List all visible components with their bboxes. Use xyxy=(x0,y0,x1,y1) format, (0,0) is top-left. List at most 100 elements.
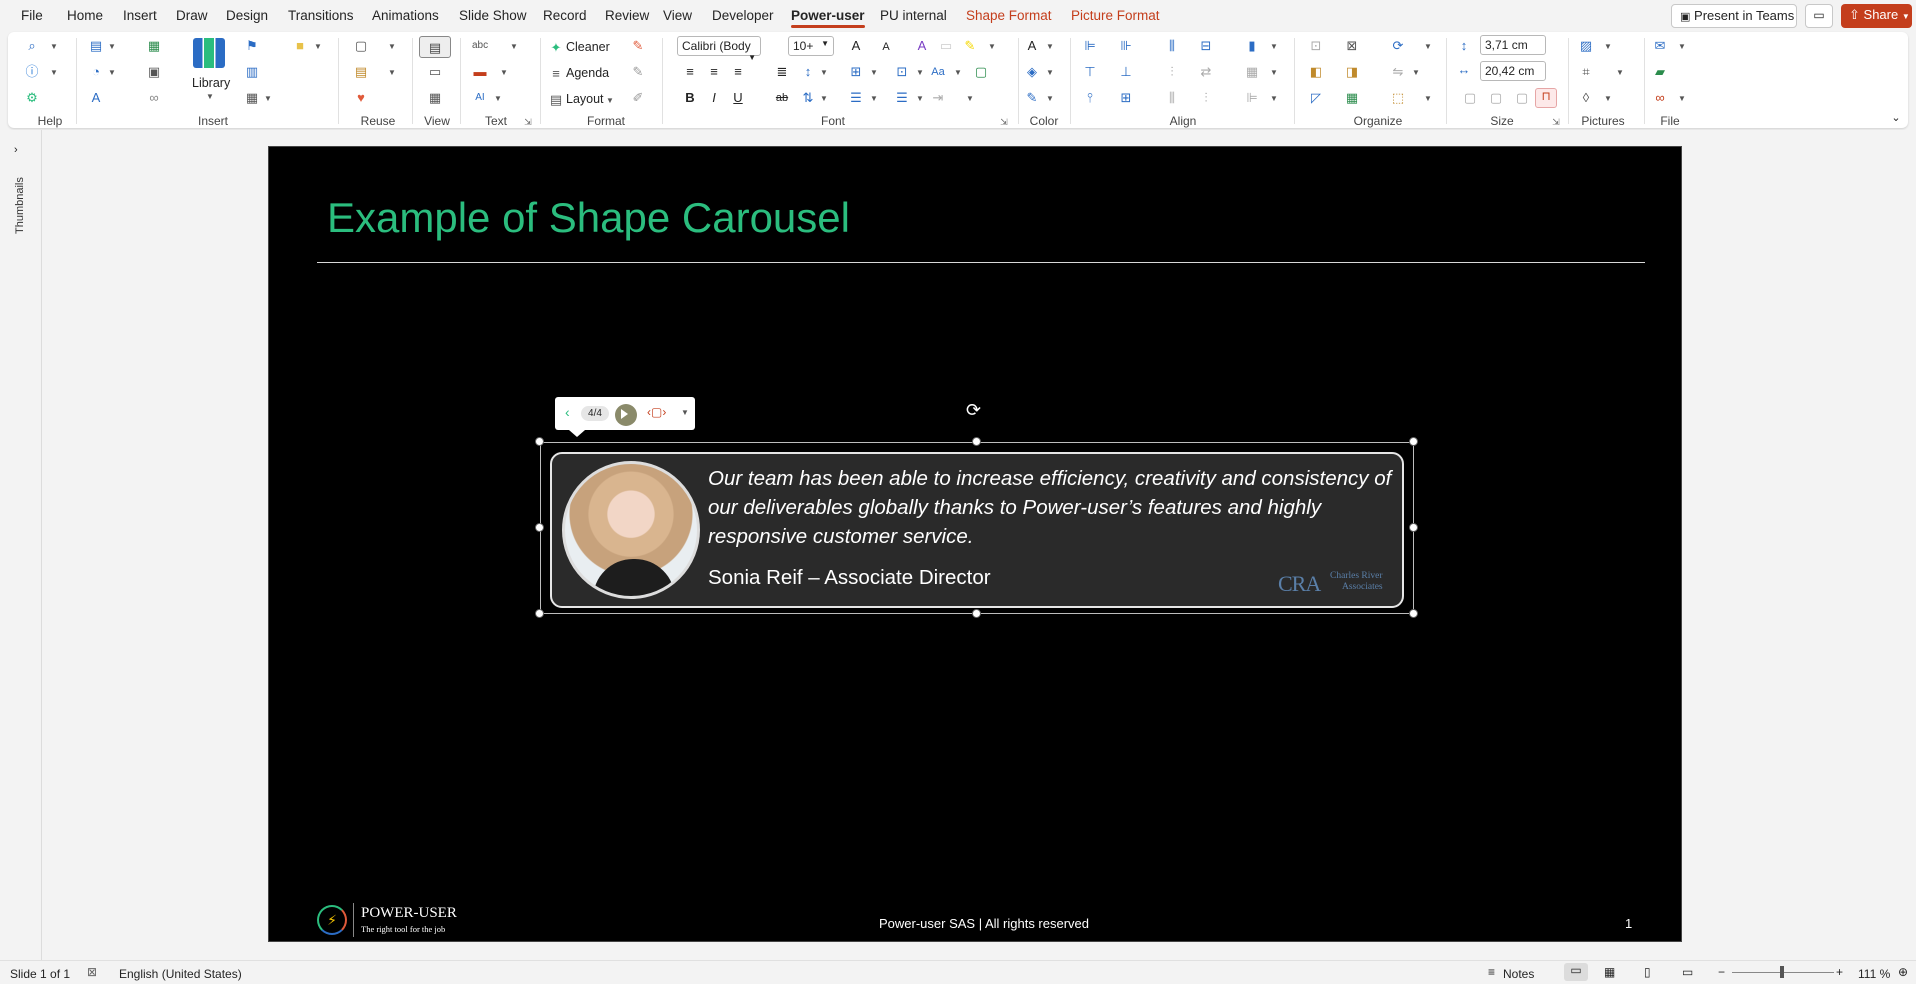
increase-font-icon[interactable]: A xyxy=(848,38,864,54)
search-icon[interactable]: ⌕ xyxy=(24,38,40,54)
shape-width-input[interactable]: 20,42 cm xyxy=(1480,61,1546,81)
tab-insert[interactable]: Insert xyxy=(123,8,157,23)
reading-view-icon[interactable]: ▯ xyxy=(1644,965,1651,979)
align-center-objects-icon[interactable]: ⊟ xyxy=(1198,38,1214,54)
resize-handle-s[interactable] xyxy=(972,609,981,618)
text-highlight-box-icon[interactable]: ▭ xyxy=(938,38,954,54)
zoom-in-button[interactable]: + xyxy=(1836,965,1843,979)
eraser-icon[interactable]: ◊ xyxy=(1578,90,1594,106)
chevron-down-icon[interactable]: ▼ xyxy=(1046,94,1054,103)
chevron-down-icon[interactable]: ▼ xyxy=(954,68,962,77)
present-in-teams-button[interactable]: ▣ Present in Teams xyxy=(1671,4,1797,28)
tab-developer[interactable]: Developer xyxy=(712,8,774,23)
chevron-down-icon[interactable]: ▼ xyxy=(1270,42,1278,51)
align-middle-icon[interactable]: ⫯ xyxy=(1082,90,1098,106)
mail-icon[interactable]: ✉ xyxy=(1652,38,1668,54)
send-backward-icon[interactable]: ◨ xyxy=(1344,64,1360,80)
size-height-icon[interactable]: ▢ xyxy=(1514,90,1530,106)
chevron-down-icon[interactable]: ▼ xyxy=(1046,42,1054,51)
slide-sorter-icon[interactable]: ▦ xyxy=(1604,965,1615,979)
tab-record[interactable]: Record xyxy=(543,8,587,23)
chevron-down-icon[interactable]: ▼ xyxy=(681,408,689,417)
shape-library-icon[interactable]: ▤ xyxy=(88,38,104,54)
tab-review[interactable]: Review xyxy=(605,8,649,23)
slide-title[interactable]: Example of Shape Carousel xyxy=(327,194,850,242)
chevron-down-icon[interactable]: ▼ xyxy=(500,68,508,77)
testimonial-card[interactable]: Our team has been able to increase effic… xyxy=(550,452,1404,608)
layout-button[interactable]: Layout xyxy=(566,92,604,106)
chevron-down-icon[interactable]: ▼ xyxy=(870,94,878,103)
previous-shape-button[interactable]: ‹ xyxy=(565,404,570,420)
gear-icon[interactable]: ⚙ xyxy=(24,90,40,106)
tab-power-user[interactable]: Power-user xyxy=(791,8,865,28)
resize-handle-se[interactable] xyxy=(1409,609,1418,618)
space-v-icon[interactable]: ⫶ xyxy=(1198,90,1214,106)
line-spacing-icon[interactable]: ↕ xyxy=(800,64,816,80)
sort-icon[interactable]: ⇅ xyxy=(800,90,816,106)
swap-icon[interactable]: ⇄ xyxy=(1198,64,1214,80)
tab-slide-show[interactable]: Slide Show xyxy=(459,8,527,23)
normal-view-icon[interactable]: ▭ xyxy=(1564,963,1588,981)
chevron-down-icon[interactable]: ▼ xyxy=(820,68,828,77)
rotate-icon[interactable]: ⟳ xyxy=(1390,38,1406,54)
resize-handle-e[interactable] xyxy=(1409,523,1418,532)
slide[interactable]: Example of Shape Carousel ‹ 4/4 ‹▢› ▼ ⟳ … xyxy=(268,146,1682,942)
tab-home[interactable]: Home xyxy=(67,8,103,23)
chevron-down-icon[interactable]: ▼ xyxy=(820,94,828,103)
resize-handle-nw[interactable] xyxy=(535,437,544,446)
chevron-down-icon[interactable]: ▼ xyxy=(1604,94,1612,103)
paint-icon[interactable]: ✐ xyxy=(630,90,646,106)
library-icon[interactable] xyxy=(193,38,225,68)
chevron-down-icon[interactable]: ▼ xyxy=(510,42,518,51)
ungroup-icon[interactable]: ⊠ xyxy=(1344,38,1360,54)
notes-button[interactable]: Notes xyxy=(1503,967,1534,981)
tab-pu-internal[interactable]: PU internal xyxy=(880,8,947,23)
font-color-icon[interactable]: A xyxy=(1024,38,1040,54)
bold-button[interactable]: B xyxy=(682,90,698,106)
sticky-note-icon[interactable]: ■ xyxy=(292,38,308,54)
chevron-down-icon[interactable]: ▼ xyxy=(108,68,116,77)
autofit-icon[interactable]: ⊡ xyxy=(894,64,910,80)
textbox-icon[interactable]: A xyxy=(88,90,104,106)
align-center-h-icon[interactable]: ⊞ xyxy=(1118,90,1134,106)
align-top-icon[interactable]: ⊤ xyxy=(1082,64,1098,80)
decrease-font-icon[interactable]: A xyxy=(878,39,894,55)
align-left-objects-icon[interactable]: ⊫ xyxy=(1082,38,1098,54)
tab-transitions[interactable]: Transitions xyxy=(288,8,354,23)
chevron-down-icon[interactable]: ▼ xyxy=(916,94,924,103)
cleaner-button[interactable]: Cleaner xyxy=(566,40,610,54)
agenda-button[interactable]: Agenda xyxy=(566,66,609,80)
tab-design[interactable]: Design xyxy=(226,8,268,23)
heart-icon[interactable]: ♥ xyxy=(353,90,369,106)
clear-format-icon[interactable]: A xyxy=(914,38,930,54)
text-box-margin-icon[interactable]: ⊞ xyxy=(848,64,864,80)
tab-shape-format[interactable]: Shape Format xyxy=(966,8,1052,23)
match-size-icon[interactable]: ▮ xyxy=(1244,38,1260,54)
tab-file[interactable]: File xyxy=(21,8,43,23)
chevron-down-icon[interactable]: ▼ xyxy=(1046,68,1054,77)
underline-button[interactable]: U xyxy=(730,90,746,106)
stretch-icon[interactable]: ⊫ xyxy=(1244,90,1260,106)
chevron-down-icon[interactable]: ▼ xyxy=(916,68,924,77)
folder-icon[interactable]: ▰ xyxy=(1652,64,1668,80)
language-flag-icon[interactable]: ▬ xyxy=(472,64,488,80)
brush-icon[interactable]: ✎ xyxy=(630,64,646,80)
align-bottom-icon[interactable]: ⊥ xyxy=(1118,64,1134,80)
font-size-select[interactable]: 10+ ▼ xyxy=(788,36,834,56)
carousel-view-icon[interactable]: ‹▢› xyxy=(647,405,666,419)
shape-height-input[interactable]: 3,71 cm xyxy=(1480,35,1546,55)
language-status[interactable]: English (United States) xyxy=(119,967,242,981)
chevron-down-icon[interactable]: ▼ xyxy=(108,42,116,51)
chevron-down-icon[interactable]: ▼ xyxy=(870,68,878,77)
lock-icon[interactable]: ⊓ xyxy=(1535,88,1557,108)
strikethrough-icon[interactable]: ab xyxy=(774,90,790,106)
bring-forward-icon[interactable]: ◧ xyxy=(1308,64,1324,80)
info-icon[interactable]: ⓘ xyxy=(24,64,40,80)
thumbnails-label[interactable]: Thumbnails xyxy=(14,177,26,234)
font-name-select[interactable]: Calibri (Body ▼ xyxy=(677,36,761,62)
chevron-down-icon[interactable]: ▼ xyxy=(1604,42,1612,51)
grid-align-icon[interactable]: ▦ xyxy=(1244,64,1260,80)
arrange-grid-icon[interactable]: ▦ xyxy=(1344,90,1360,106)
tab-view[interactable]: View xyxy=(663,8,692,23)
link-icon[interactable]: ∞ xyxy=(1652,90,1668,106)
